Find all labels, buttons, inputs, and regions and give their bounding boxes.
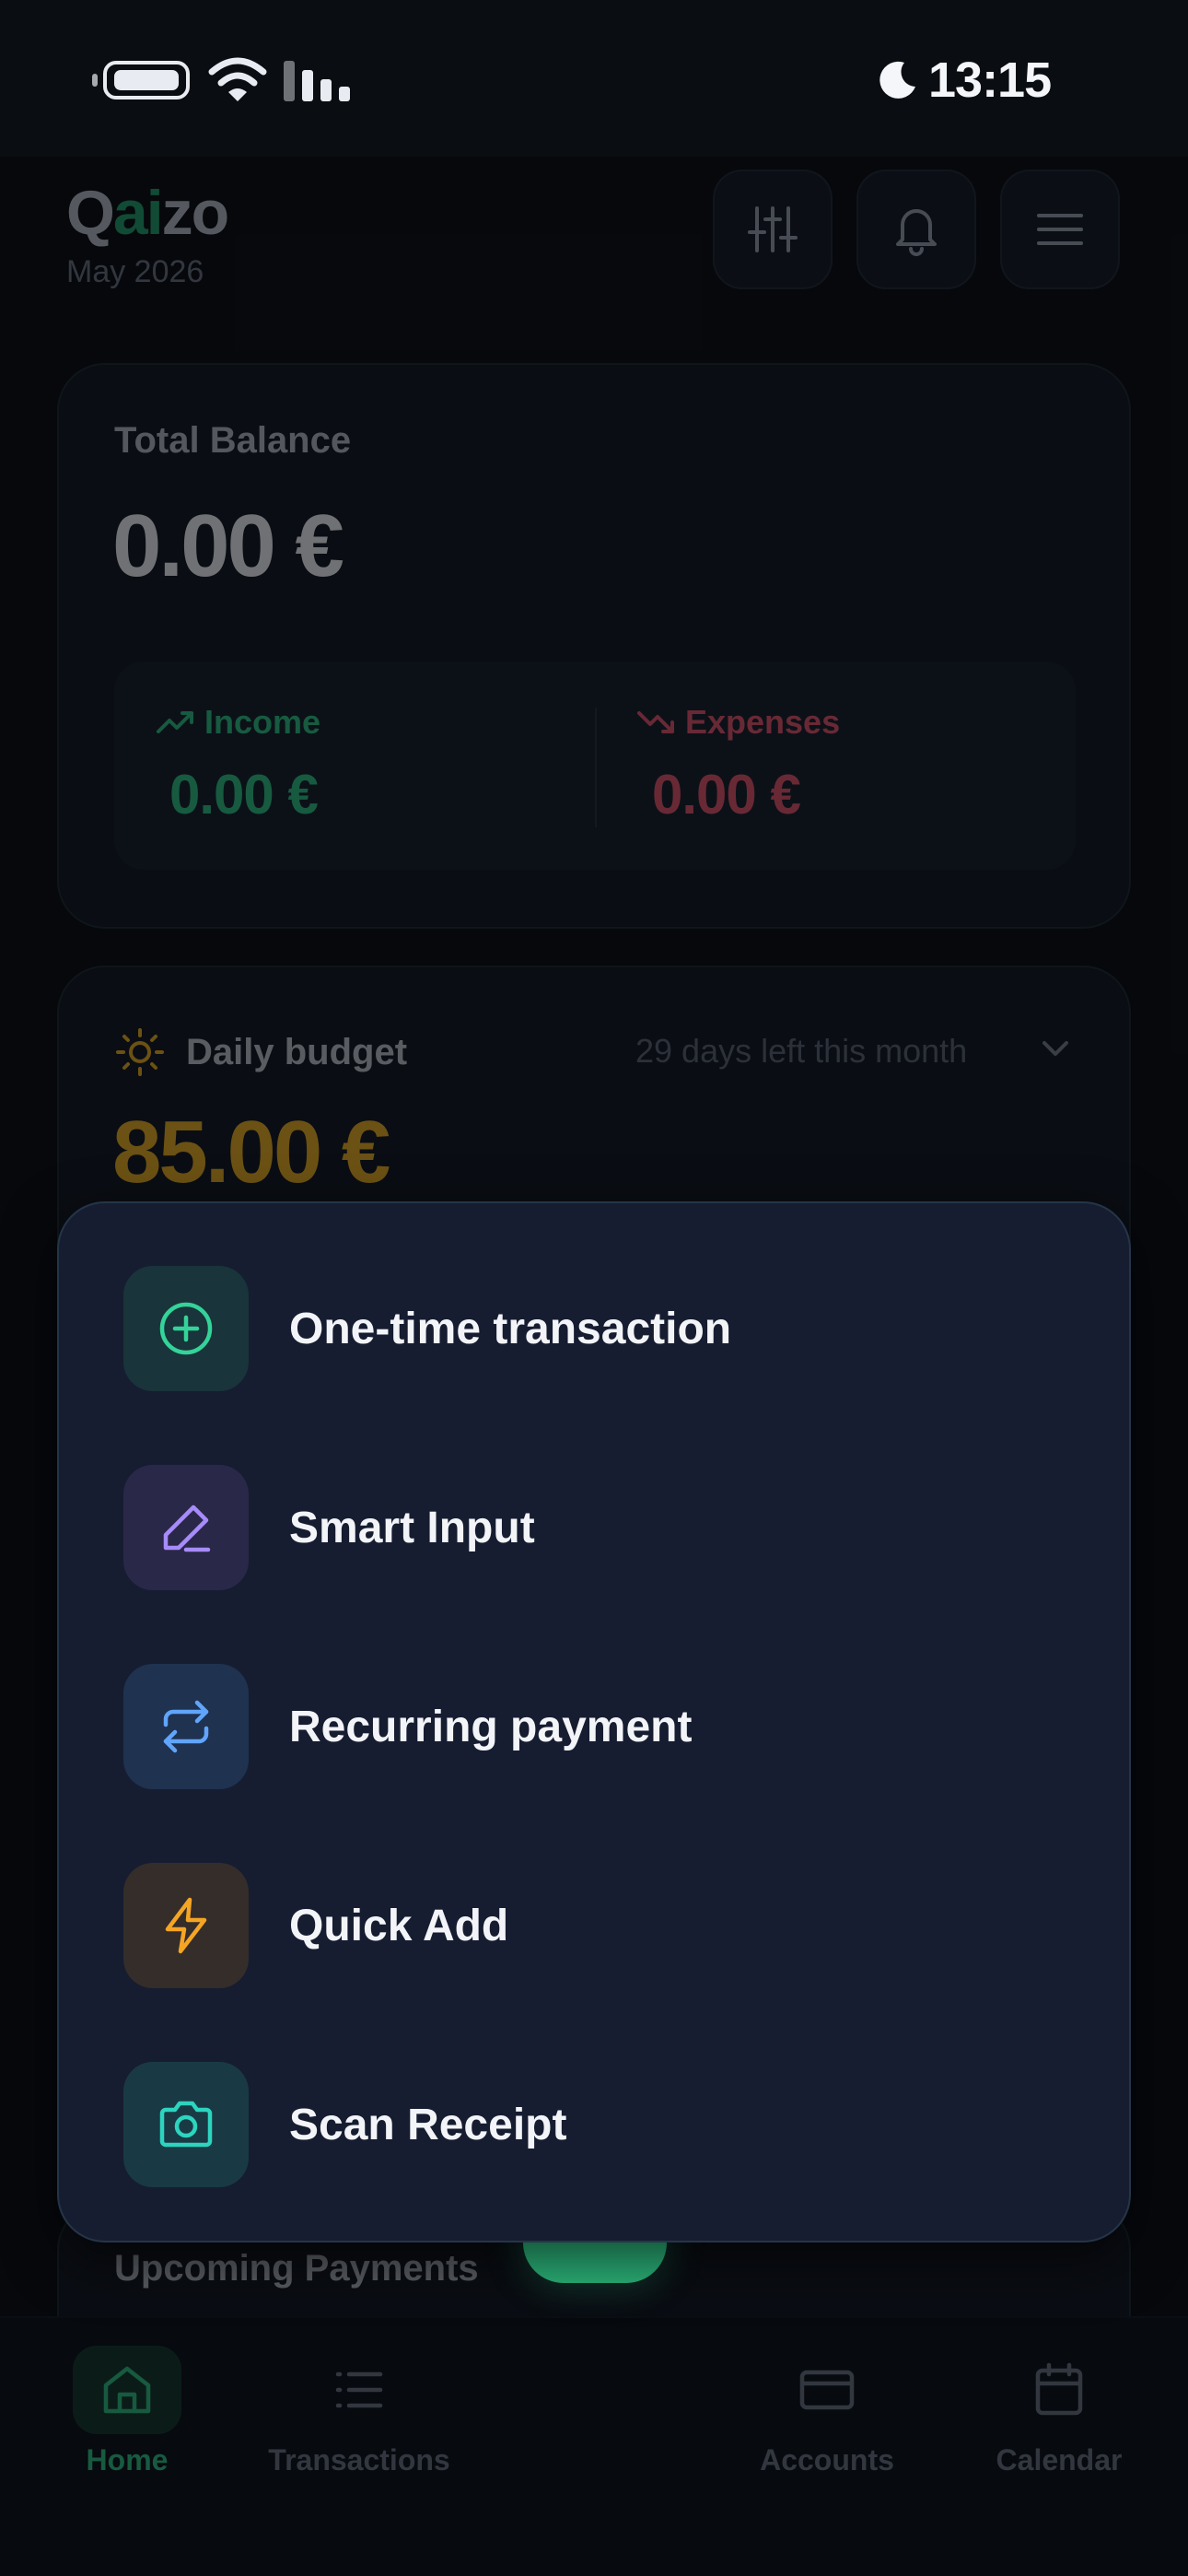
income-label: Income <box>155 702 320 743</box>
divider <box>595 708 597 827</box>
nav-home[interactable]: Home <box>35 2346 219 2477</box>
daily-budget-value: 85.00 € <box>112 1103 390 1201</box>
status-bar: 13:15 <box>0 0 1188 157</box>
upcoming-payments-title: Upcoming Payments <box>114 2248 479 2289</box>
repeat-icon <box>163 1700 209 1753</box>
sun-icon <box>116 1028 164 1076</box>
bell-icon <box>896 209 937 256</box>
app-screen: 13:15 Qaizo May 2026 Total Balance 0.00 … <box>0 0 1188 2576</box>
trending-down-icon <box>637 711 674 733</box>
list-icon <box>335 2371 383 2408</box>
balance-value: 0.00 € <box>112 497 344 595</box>
income-expense-summary: Income 0.00 € Expenses 0.00 € <box>114 662 1076 870</box>
menu-button[interactable] <box>1000 170 1120 289</box>
moon-icon <box>879 61 915 99</box>
camera-icon <box>159 2101 213 2148</box>
sheet-item-smart-input[interactable]: Smart Input <box>123 1465 1072 1590</box>
sliders-icon <box>748 206 798 252</box>
income-value: 0.00 € <box>169 764 319 825</box>
lightning-icon <box>165 1897 207 1954</box>
nav-calendar[interactable]: Calendar <box>967 2346 1151 2477</box>
app-logo: Qaizo <box>66 178 229 248</box>
daily-budget-label: Daily budget <box>114 1026 407 1078</box>
home-icon <box>103 2366 151 2414</box>
plus-circle-icon <box>159 1302 213 1355</box>
chevron-down-icon[interactable] <box>1037 1030 1074 1067</box>
sheet-item-recurring-payment[interactable]: Recurring payment <box>123 1664 1072 1789</box>
days-left-text: 29 days left this month <box>635 1032 968 1070</box>
signal-icon <box>284 61 350 101</box>
bottom-navigation: Home Transactions Accounts Calendar <box>0 2316 1188 2576</box>
notifications-button[interactable] <box>856 170 976 289</box>
wifi-icon <box>208 57 267 101</box>
current-month: May 2026 <box>66 254 204 289</box>
nav-transactions[interactable]: Transactions <box>267 2346 451 2477</box>
nav-accounts[interactable]: Accounts <box>735 2346 919 2477</box>
status-time: 13:15 <box>928 53 1052 108</box>
balance-label: Total Balance <box>114 420 352 461</box>
pen-icon <box>163 1505 211 1552</box>
sheet-item-quick-add[interactable]: Quick Add <box>123 1863 1072 1988</box>
sheet-item-one-time-transaction[interactable]: One-time transaction <box>123 1266 1072 1391</box>
sheet-item-scan-receipt[interactable]: Scan Receipt <box>123 2062 1072 2187</box>
add-action-sheet: One-time transaction Smart Input Recurri… <box>57 1201 1131 2242</box>
filter-button[interactable] <box>713 170 833 289</box>
expenses-label: Expenses <box>635 702 840 743</box>
credit-card-icon <box>799 2370 855 2410</box>
expenses-value: 0.00 € <box>652 764 801 825</box>
trending-up-icon <box>157 711 193 733</box>
battery-icon <box>92 61 190 100</box>
balance-card: Total Balance 0.00 € Income 0.00 € Expen… <box>57 363 1131 929</box>
hamburger-icon <box>1037 214 1083 245</box>
calendar-icon <box>1035 2362 1083 2416</box>
